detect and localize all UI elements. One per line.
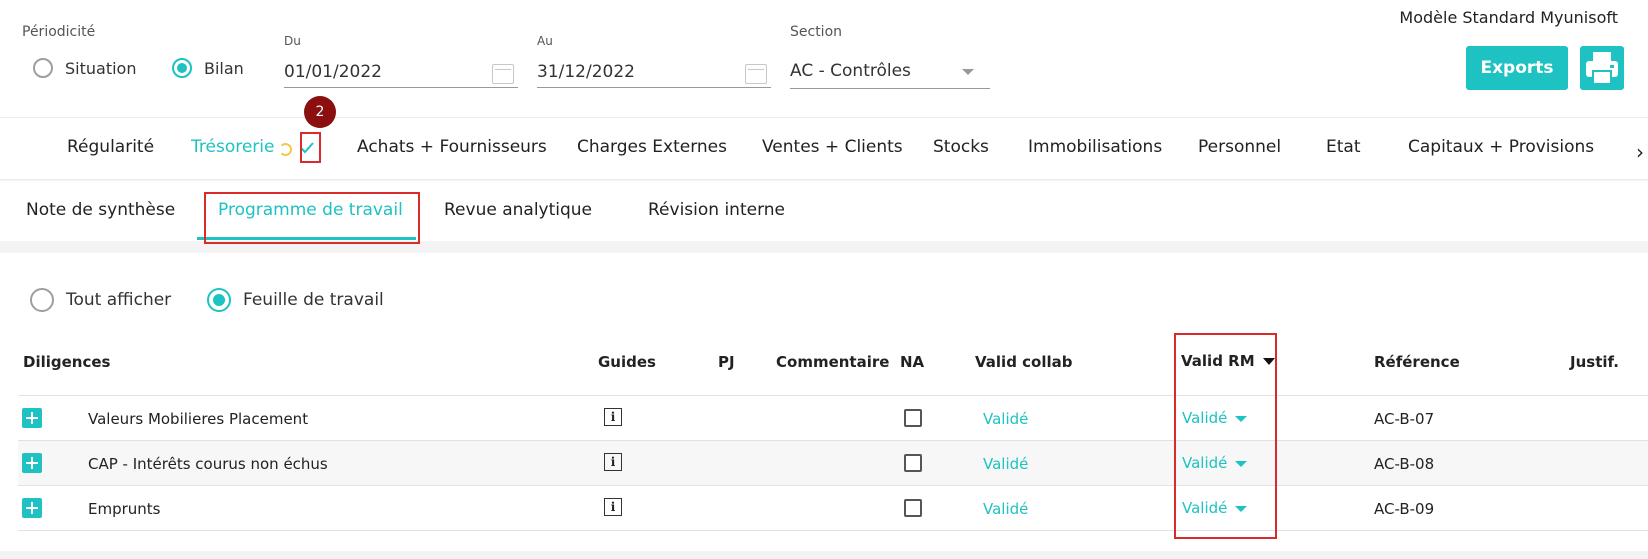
info-guide-icon[interactable]: i xyxy=(604,408,622,426)
loading-spinner-icon xyxy=(279,143,292,156)
section-value: AC - Contrôles xyxy=(790,61,911,81)
subtab-revue-analytique[interactable]: Revue analytique xyxy=(444,200,592,220)
periodicite-label: Périodicité xyxy=(22,24,96,40)
tab-stocks[interactable]: Stocks xyxy=(933,137,989,157)
na-checkbox[interactable] xyxy=(904,499,922,517)
au-label: Au xyxy=(537,34,553,48)
tab-immobilisations[interactable]: Immobilisations xyxy=(1028,137,1162,157)
valid-collab-status[interactable]: Validé xyxy=(983,410,1028,428)
info-guide-icon[interactable]: i xyxy=(604,498,622,516)
exports-button[interactable]: Exports xyxy=(1466,46,1568,90)
section-label: Section xyxy=(790,24,843,40)
radio-feuille-travail[interactable]: Feuille de travail xyxy=(207,288,384,312)
reference-value: AC-B-08 xyxy=(1374,455,1435,473)
tab-ventes-clients[interactable]: Ventes + Clients xyxy=(762,137,903,157)
subtab-note-synthese[interactable]: Note de synthèse xyxy=(26,200,175,220)
reference-value: AC-B-07 xyxy=(1374,410,1435,428)
date-au-value: 31/12/2022 xyxy=(537,62,635,82)
valid-collab-status[interactable]: Validé xyxy=(983,500,1028,518)
tab-regularite[interactable]: Régularité xyxy=(67,137,154,157)
radio-circle xyxy=(33,58,53,78)
tab-capitaux-provisions[interactable]: Capitaux + Provisions xyxy=(1408,137,1594,157)
reference-value: AC-B-09 xyxy=(1374,500,1435,518)
na-checkbox[interactable] xyxy=(904,409,922,427)
calendar-icon[interactable] xyxy=(492,64,514,84)
row-divider xyxy=(18,530,1648,531)
radio-bilan[interactable]: Bilan xyxy=(172,58,244,78)
radio-circle-selected xyxy=(207,288,231,312)
page: Périodicité Situation Bilan Du 01/01/202… xyxy=(0,0,1648,559)
printer-icon xyxy=(1586,52,1618,85)
radio-situation-label: Situation xyxy=(65,58,137,78)
radio-circle-selected xyxy=(172,58,192,78)
radio-tout-afficher[interactable]: Tout afficher xyxy=(30,288,171,312)
radio-circle xyxy=(30,288,54,312)
expand-plus-icon[interactable] xyxy=(22,408,42,428)
col-na: NA xyxy=(900,353,925,371)
highlight-box-valid-rm xyxy=(1174,333,1277,539)
expand-plus-icon[interactable] xyxy=(22,453,42,473)
model-name: Modèle Standard Myunisoft xyxy=(1399,8,1618,27)
date-au-field[interactable]: 31/12/2022 xyxy=(537,56,771,88)
radio-situation[interactable]: Situation xyxy=(33,58,136,78)
col-pj: PJ xyxy=(718,353,735,371)
section-select[interactable]: AC - Contrôles xyxy=(790,55,990,89)
print-button[interactable] xyxy=(1580,46,1624,90)
diligence-name: CAP - Intérêts courus non échus xyxy=(88,455,328,473)
radio-bilan-label: Bilan xyxy=(204,58,244,78)
diligence-name: Emprunts xyxy=(88,500,161,518)
chevron-right-icon[interactable]: › xyxy=(1636,140,1644,164)
du-label: Du xyxy=(284,34,301,48)
tab-tresorerie[interactable]: Trésorerie xyxy=(191,137,274,157)
diligence-name: Valeurs Mobilieres Placement xyxy=(88,410,309,428)
calendar-icon[interactable] xyxy=(745,64,767,84)
col-guides: Guides xyxy=(598,353,656,371)
filters-bar: Périodicité Situation Bilan Du 01/01/202… xyxy=(0,0,1648,117)
tab-achats-fournisseurs[interactable]: Achats + Fournisseurs xyxy=(357,137,547,157)
col-valid-collab: Valid collab xyxy=(975,353,1073,371)
tab-personnel[interactable]: Personnel xyxy=(1198,137,1281,157)
tab-etat[interactable]: Etat xyxy=(1326,137,1361,157)
highlight-box-check xyxy=(300,132,321,163)
expand-plus-icon[interactable] xyxy=(22,498,42,518)
valid-collab-status[interactable]: Validé xyxy=(983,455,1028,473)
radio-feuille-travail-label: Feuille de travail xyxy=(243,290,384,310)
radio-tout-afficher-label: Tout afficher xyxy=(66,290,172,310)
col-justif: Justif. xyxy=(1570,353,1619,371)
chevron-down-icon xyxy=(962,69,974,75)
na-checkbox[interactable] xyxy=(904,454,922,472)
info-guide-icon[interactable]: i xyxy=(604,453,622,471)
highlight-box-programme xyxy=(204,192,420,244)
col-diligences: Diligences xyxy=(23,353,111,371)
subtab-revision-interne[interactable]: Révision interne xyxy=(648,200,785,220)
col-commentaire: Commentaire xyxy=(776,353,890,371)
date-du-value: 01/01/2022 xyxy=(284,62,382,82)
tab-charges-externes[interactable]: Charges Externes xyxy=(577,137,727,157)
col-reference: Référence xyxy=(1374,353,1460,371)
step-badge: 2 xyxy=(304,96,336,128)
main-tabs: Régularité Trésorerie Achats + Fournisse… xyxy=(0,117,1648,180)
date-du-field[interactable]: 01/01/2022 xyxy=(284,56,518,88)
